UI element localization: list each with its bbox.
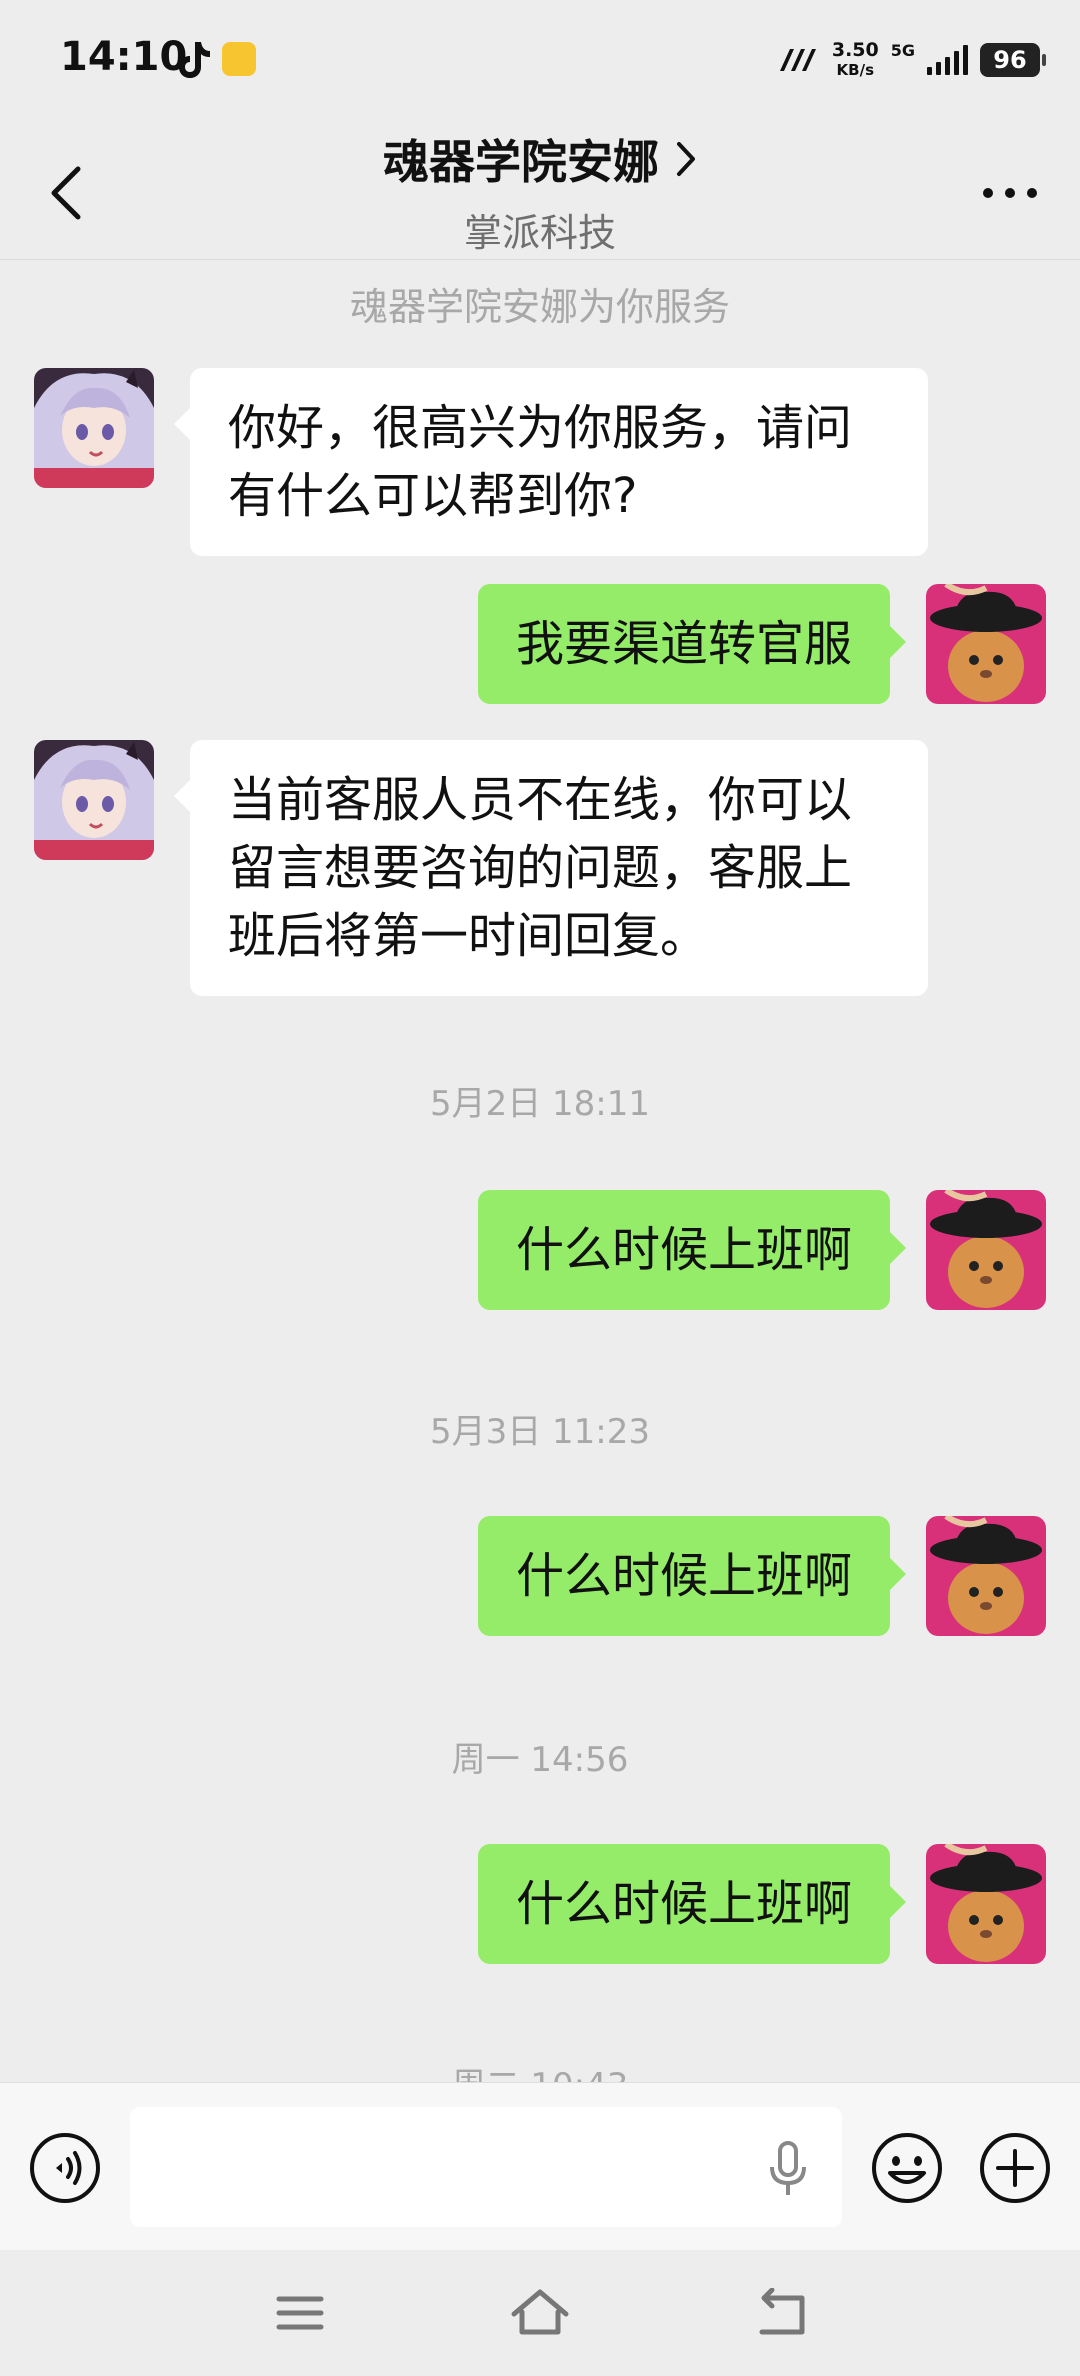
network-type: 5G bbox=[890, 40, 915, 60]
user-avatar[interactable] bbox=[926, 1190, 1046, 1310]
more-button[interactable] bbox=[970, 160, 1050, 226]
app-notification-icon bbox=[222, 42, 256, 76]
plus-icon bbox=[980, 2133, 1050, 2203]
signal-icon bbox=[927, 45, 968, 75]
message-input[interactable] bbox=[130, 2107, 842, 2227]
chevron-left-icon bbox=[51, 166, 81, 220]
cat-cowboy-hat-avatar-icon bbox=[926, 1516, 1046, 1636]
chat-title[interactable]: 魂器学院安娜 bbox=[383, 126, 697, 192]
chat-screen: 14:10 3.50 KB/s 5G 96 魂器学院安娜 掌派科技 魂器学院安娜… bbox=[0, 0, 1080, 2376]
cat-cowboy-hat-avatar-icon bbox=[926, 1190, 1046, 1310]
voice-button[interactable] bbox=[28, 2131, 102, 2205]
back-arrow-icon bbox=[759, 2288, 805, 2335]
microphone-icon bbox=[770, 2141, 806, 2195]
chevron-right-icon bbox=[677, 142, 695, 176]
mic-button[interactable] bbox=[758, 2139, 818, 2199]
nfc-icon bbox=[779, 49, 816, 71]
received-message[interactable]: 你好，很高兴为你服务，请问有什么可以帮到你? bbox=[174, 368, 928, 556]
plus-button[interactable] bbox=[978, 2131, 1052, 2205]
net-speed: 3.50 KB/s bbox=[832, 40, 879, 80]
user-avatar[interactable] bbox=[926, 584, 1046, 704]
cat-cowboy-hat-avatar-icon bbox=[926, 584, 1046, 704]
anime-girl-avatar-icon bbox=[34, 368, 154, 488]
agent-avatar[interactable] bbox=[34, 368, 154, 488]
chat-header: 魂器学院安娜 掌派科技 bbox=[0, 120, 1080, 260]
emoji-button[interactable] bbox=[870, 2131, 944, 2205]
system-nav-bar bbox=[0, 2250, 1080, 2376]
home-nav-button[interactable] bbox=[500, 2278, 580, 2348]
sent-message[interactable]: 什么时候上班啊 bbox=[477, 1516, 907, 1636]
message-timestamp: 5月2日 18:11 bbox=[429, 1084, 651, 1124]
sent-message[interactable]: 我要渠道转官服 bbox=[477, 584, 907, 704]
net-speed-value: 3.50 bbox=[831, 39, 879, 61]
voice-icon bbox=[30, 2133, 100, 2203]
home-icon bbox=[511, 2289, 569, 2335]
back-nav-button[interactable] bbox=[740, 2278, 820, 2348]
user-avatar[interactable] bbox=[926, 1844, 1046, 1964]
status-indicators: 3.50 KB/s 5G 96 bbox=[776, 36, 1046, 84]
agent-avatar[interactable] bbox=[34, 740, 154, 860]
sent-message[interactable]: 什么时候上班啊 bbox=[477, 1844, 907, 1964]
more-dots-icon bbox=[983, 188, 1037, 198]
input-bar bbox=[0, 2082, 1080, 2250]
status-bar: 14:10 3.50 KB/s 5G 96 bbox=[0, 0, 1080, 120]
status-time: 14:10 bbox=[60, 34, 188, 80]
battery-icon: 96 bbox=[980, 43, 1046, 77]
user-avatar[interactable] bbox=[926, 1516, 1046, 1636]
net-speed-unit: KB/s bbox=[836, 61, 875, 79]
title-block[interactable]: 魂器学院安娜 掌派科技 bbox=[200, 120, 880, 257]
message-timestamp: 周一 14:56 bbox=[451, 1740, 629, 1780]
tiktok-icon bbox=[179, 42, 210, 78]
anime-girl-avatar-icon bbox=[34, 740, 154, 860]
menu-nav-button[interactable] bbox=[260, 2278, 340, 2348]
message-timestamp: 5月3日 11:23 bbox=[429, 1412, 651, 1452]
sent-message[interactable]: 什么时候上班啊 bbox=[477, 1190, 907, 1310]
chat-subtitle: 掌派科技 bbox=[463, 211, 616, 255]
chat-title-text: 魂器学院安娜 bbox=[383, 135, 659, 189]
cat-cowboy-hat-avatar-icon bbox=[926, 1844, 1046, 1964]
service-note: 魂器学院安娜为你服务 bbox=[349, 285, 730, 329]
emoji-icon bbox=[872, 2133, 942, 2203]
back-button[interactable] bbox=[36, 160, 96, 226]
menu-icon bbox=[276, 2296, 324, 2330]
received-message[interactable]: 当前客服人员不在线，你可以留言想要咨询的问题，客服上班后将第一时间回复。 bbox=[174, 740, 928, 996]
